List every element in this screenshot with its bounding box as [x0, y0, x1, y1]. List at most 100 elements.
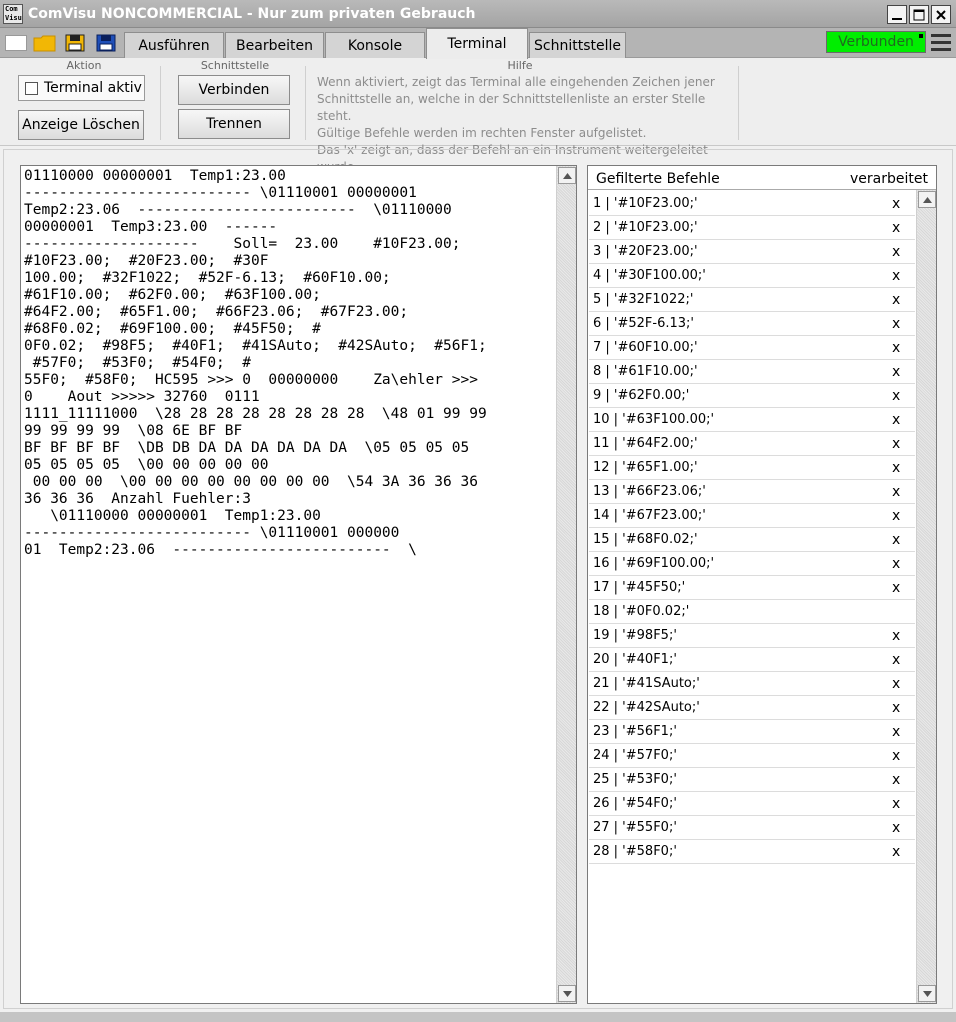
tab-terminal[interactable]: Terminal — [426, 28, 528, 59]
command-text: 15 | '#68F0.02;' — [593, 532, 698, 547]
disconnect-button[interactable]: Trennen — [178, 109, 290, 139]
header-filtered-commands: Gefilterte Befehle — [596, 171, 720, 187]
minimize-button[interactable] — [887, 5, 907, 24]
tab-ausfuehren[interactable]: Ausführen — [124, 32, 224, 58]
group-title-hilfe: Hilfe — [507, 59, 533, 72]
list-item[interactable]: 17 | '#45F50;' x — [589, 576, 915, 600]
list-item[interactable]: 8 | '#61F10.00;' x — [589, 360, 915, 384]
list-item[interactable]: 10 | '#63F100.00;' x — [589, 408, 915, 432]
command-text: 24 | '#57F0;' — [593, 748, 677, 763]
list-item[interactable]: 28 | '#58F0;' x — [589, 840, 915, 864]
list-item[interactable]: 20 | '#40F1;' x — [589, 648, 915, 672]
list-item[interactable]: 7 | '#60F10.00;' x — [589, 336, 915, 360]
command-text: 20 | '#40F1;' — [593, 652, 677, 667]
new-file-button[interactable] — [4, 33, 28, 53]
processed-mark: x — [892, 748, 901, 764]
command-text: 2 | '#10F23.00;' — [593, 220, 698, 235]
list-item[interactable]: 27 | '#55F0;' x — [589, 816, 915, 840]
command-text: 14 | '#67F23.00;' — [593, 508, 706, 523]
command-text: 5 | '#32F1022;' — [593, 292, 694, 307]
list-item[interactable]: 4 | '#30F100.00;' x — [589, 264, 915, 288]
terminal-line: -------------------- Soll= 23.00 #10F23.… — [24, 236, 461, 252]
tab-bearbeiten[interactable]: Bearbeiten — [225, 32, 324, 58]
new-file-icon — [5, 35, 27, 51]
list-item[interactable]: 16 | '#69F100.00;' x — [589, 552, 915, 576]
terminal-line: 01 Temp2:23.06 -------------------------… — [24, 542, 417, 558]
processed-mark: x — [892, 388, 901, 404]
save-icon — [65, 34, 85, 52]
command-text: 17 | '#45F50;' — [593, 580, 686, 595]
list-item[interactable]: 5 | '#32F1022;' x — [589, 288, 915, 312]
terminal-line: 99 99 99 99 \08 6E BF BF — [24, 423, 243, 439]
command-text: 4 | '#30F100.00;' — [593, 268, 706, 283]
processed-mark: x — [892, 796, 901, 812]
save-as-button[interactable] — [94, 33, 118, 53]
scroll-down-icon — [922, 990, 932, 997]
command-text: 23 | '#56F1;' — [593, 724, 677, 739]
processed-mark: x — [892, 436, 901, 452]
list-scrollbar[interactable] — [916, 190, 936, 1003]
processed-mark: x — [892, 556, 901, 572]
terminal-line: 55F0; #58F0; HC595 >>> 0 00000000 Za\ehl… — [24, 372, 478, 388]
list-item[interactable]: 19 | '#98F5;' x — [589, 624, 915, 648]
list-header: Gefilterte Befehle verarbeitet — [588, 166, 936, 190]
connect-button[interactable]: Verbinden — [178, 75, 290, 105]
list-item[interactable]: 1 | '#10F23.00;' x — [589, 192, 915, 216]
command-text: 11 | '#64F2.00;' — [593, 436, 698, 451]
filtered-commands-panel: Gefilterte Befehle verarbeitet 1 | '#10F… — [587, 165, 937, 1004]
clear-display-button[interactable]: Anzeige Löschen — [18, 110, 144, 140]
command-text: 12 | '#65F1.00;' — [593, 460, 698, 475]
list-item[interactable]: 18 | '#0F0.02;' — [589, 600, 915, 624]
list-item[interactable]: 25 | '#53F0;' x — [589, 768, 915, 792]
list-item[interactable]: 2 | '#10F23.00;' x — [589, 216, 915, 240]
close-button[interactable] — [931, 5, 951, 24]
checkbox-icon[interactable] — [25, 81, 38, 95]
hamburger-menu-icon[interactable] — [931, 34, 951, 52]
list-item[interactable]: 23 | '#56F1;' x — [589, 720, 915, 744]
terminal-aktiv-label: Terminal aktiv — [44, 80, 142, 96]
command-text: 26 | '#54F0;' — [593, 796, 677, 811]
command-text: 1 | '#10F23.00;' — [593, 196, 698, 211]
open-folder-button[interactable] — [33, 33, 57, 53]
ribbon-separator — [738, 66, 739, 140]
scroll-up-button[interactable] — [558, 167, 576, 184]
command-text: 18 | '#0F0.02;' — [593, 604, 690, 619]
processed-mark: x — [892, 580, 901, 596]
command-text: 9 | '#62F0.00;' — [593, 388, 690, 403]
list-item[interactable]: 12 | '#65F1.00;' x — [589, 456, 915, 480]
terminal-output[interactable]: 01110000 00000001 Temp1:23.00 -----------… — [20, 165, 577, 1004]
processed-mark: x — [892, 772, 901, 788]
list-item[interactable]: 22 | '#42SAuto;' x — [589, 696, 915, 720]
terminal-aktiv-checkbox[interactable]: Terminal aktiv — [18, 75, 145, 101]
scroll-down-button[interactable] — [558, 985, 576, 1002]
terminal-scrollbar[interactable] — [556, 166, 576, 1003]
terminal-line: #57F0; #53F0; #54F0; # — [24, 355, 251, 371]
maximize-button[interactable] — [909, 5, 929, 24]
list-item[interactable]: 15 | '#68F0.02;' x — [589, 528, 915, 552]
list-item[interactable]: 24 | '#57F0;' x — [589, 744, 915, 768]
list-item[interactable]: 6 | '#52F-6.13;' x — [589, 312, 915, 336]
list-item[interactable]: 14 | '#67F23.00;' x — [589, 504, 915, 528]
processed-mark: x — [892, 196, 901, 212]
list-item[interactable]: 13 | '#66F23.06;' x — [589, 480, 915, 504]
list-item[interactable]: 11 | '#64F2.00;' x — [589, 432, 915, 456]
list-item[interactable]: 26 | '#54F0;' x — [589, 792, 915, 816]
group-title-aktion: Aktion — [66, 59, 102, 72]
processed-mark: x — [892, 724, 901, 740]
save-button[interactable] — [63, 33, 87, 53]
list-item[interactable]: 3 | '#20F23.00;' x — [589, 240, 915, 264]
command-text: 25 | '#53F0;' — [593, 772, 677, 787]
list-item[interactable]: 21 | '#41SAuto;' x — [589, 672, 915, 696]
processed-mark: x — [892, 292, 901, 308]
scroll-down-button[interactable] — [918, 985, 936, 1002]
tab-schnittstelle[interactable]: Schnittstelle — [529, 32, 626, 58]
command-text: 8 | '#61F10.00;' — [593, 364, 698, 379]
terminal-line: 0 Aout >>>>> 32760 0111 — [24, 389, 260, 405]
processed-mark: x — [892, 364, 901, 380]
terminal-line: \01110000 00000001 Temp1:23.00 — [24, 508, 321, 524]
terminal-line: #68F0.02; #69F100.00; #45F50; # — [24, 321, 321, 337]
list-item[interactable]: 9 | '#62F0.00;' x — [589, 384, 915, 408]
scroll-up-button[interactable] — [918, 191, 936, 208]
terminal-line: 1111_11111000 \28 28 28 28 28 28 28 28 \… — [24, 406, 487, 422]
tab-konsole[interactable]: Konsole — [325, 32, 425, 58]
